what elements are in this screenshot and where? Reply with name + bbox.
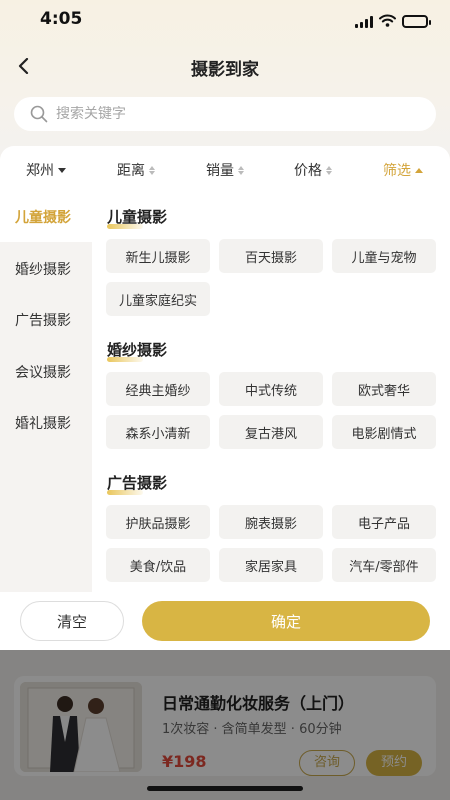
option-chip[interactable]: 护肤品摄影 — [106, 505, 210, 539]
sort-bar: 郑州 距离 销量 价格 筛选 — [0, 146, 450, 192]
section-title: 婚纱摄影 — [107, 339, 167, 362]
filter-panel: 郑州 距离 销量 价格 筛选 儿童摄影 婚纱摄影 广告摄影 会议摄影 婚礼摄影 … — [0, 146, 450, 650]
city-label: 郑州 — [26, 163, 54, 179]
category-options: 儿童摄影 新生儿摄影 百天摄影 儿童与宠物 儿童家庭纪实 婚纱摄影 经典主婚纱 … — [92, 192, 450, 592]
option-chip[interactable]: 家居家具 — [219, 548, 323, 582]
sidebar-item-children[interactable]: 儿童摄影 — [0, 192, 92, 242]
navigation-bar: 摄影到家 — [0, 44, 450, 86]
option-chip[interactable]: 复古港风 — [219, 415, 323, 449]
sort-distance[interactable]: 距离 — [117, 160, 155, 180]
sort-price[interactable]: 价格 — [294, 160, 332, 180]
option-chip[interactable]: 欧式奢华 — [332, 372, 436, 406]
sort-arrows-icon — [238, 165, 244, 175]
sidebar-item-wedding-gown[interactable]: 婚纱摄影 — [0, 244, 92, 294]
home-indicator — [147, 786, 303, 791]
page-title: 摄影到家 — [191, 60, 259, 80]
caret-down-icon — [58, 167, 66, 173]
option-chip[interactable]: 森系小清新 — [106, 415, 210, 449]
category-sidebar: 儿童摄影 婚纱摄影 广告摄影 会议摄影 婚礼摄影 — [0, 192, 92, 638]
sort-arrows-icon — [149, 165, 155, 175]
option-chip[interactable]: 汽车/零部件 — [332, 548, 436, 582]
filter-label: 筛选 — [383, 163, 411, 179]
option-chip[interactable]: 腕表摄影 — [219, 505, 323, 539]
option-chip[interactable]: 百天摄影 — [219, 239, 323, 273]
section-title: 广告摄影 — [107, 472, 167, 495]
section-title: 儿童摄影 — [107, 206, 167, 229]
city-selector[interactable]: 郑州 — [26, 160, 66, 180]
sidebar-item-label: 儿童摄影 — [15, 210, 71, 226]
caret-up-icon — [415, 167, 423, 173]
sort-sales[interactable]: 销量 — [206, 160, 244, 180]
clear-button[interactable]: 清空 — [20, 601, 124, 641]
filter-footer: 清空 确定 — [0, 592, 450, 650]
option-chip[interactable]: 美食/饮品 — [106, 548, 210, 582]
option-chip[interactable]: 儿童与宠物 — [332, 239, 436, 273]
search-input[interactable] — [56, 106, 386, 122]
wifi-icon — [379, 12, 396, 31]
sidebar-item-wedding-ceremony[interactable]: 婚礼摄影 — [0, 398, 92, 448]
signal-icon — [355, 15, 373, 28]
search-bar[interactable] — [14, 97, 436, 131]
option-chip[interactable]: 新生儿摄影 — [106, 239, 210, 273]
option-chip[interactable]: 中式传统 — [219, 372, 323, 406]
battery-icon — [402, 15, 431, 28]
sidebar-item-label: 广告摄影 — [15, 313, 71, 329]
confirm-button[interactable]: 确定 — [142, 601, 430, 641]
status-time: 4:05 — [40, 9, 83, 29]
sidebar-item-advertising[interactable]: 广告摄影 — [0, 295, 92, 345]
sidebar-item-conference[interactable]: 会议摄影 — [0, 347, 92, 397]
sort-price-label: 价格 — [294, 163, 322, 179]
sidebar-item-label: 婚纱摄影 — [15, 262, 71, 278]
sidebar-item-label: 婚礼摄影 — [15, 416, 71, 432]
filter-toggle[interactable]: 筛选 — [383, 160, 423, 180]
sort-distance-label: 距离 — [117, 163, 145, 179]
status-icons — [355, 12, 431, 31]
sort-sales-label: 销量 — [206, 163, 234, 179]
modal-overlay[interactable] — [0, 650, 450, 800]
option-chip[interactable]: 儿童家庭纪实 — [106, 282, 210, 316]
search-icon — [30, 105, 48, 123]
option-chip[interactable]: 电影剧情式 — [332, 415, 436, 449]
sidebar-item-label: 会议摄影 — [15, 365, 71, 381]
option-chip[interactable]: 经典主婚纱 — [106, 372, 210, 406]
option-chip[interactable]: 电子产品 — [332, 505, 436, 539]
status-bar: 4:05 — [0, 0, 450, 40]
sort-arrows-icon — [326, 165, 332, 175]
